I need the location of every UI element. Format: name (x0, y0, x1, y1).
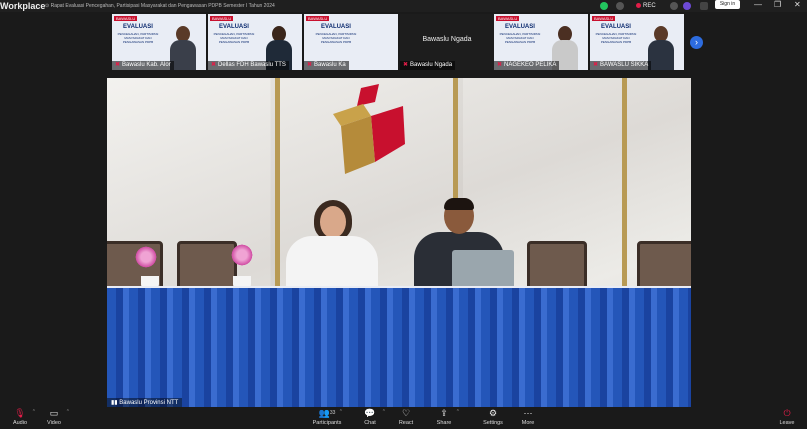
speaker-woman (282, 200, 382, 296)
close-window-button[interactable]: ✕ (794, 0, 801, 10)
view-icon[interactable] (700, 2, 708, 10)
chair (527, 241, 587, 291)
muted-mic-icon: ✖ (403, 62, 409, 68)
chair (637, 241, 691, 291)
settings-button[interactable]: ⚙ Settings (473, 407, 513, 429)
gear-icon: ⚙ (488, 408, 498, 418)
flower-decoration (231, 242, 253, 268)
banner-title: EVALUASI (219, 24, 249, 30)
banner-subtitle: PENCEGAHAN, PARTISIPASI MASYARAKAT DAN P… (595, 32, 637, 44)
participant-name: ✖ BAWASLU SIKKA (590, 61, 652, 70)
participant-name: ✖ NAGEKEO PELIKA (494, 61, 560, 70)
muted-mic-icon: ✖ (115, 62, 121, 68)
bawaslu-logo: BAWASLU (306, 16, 330, 21)
participant-tile[interactable]: BAWASLU EVALUASI PENCEGAHAN, PARTISIPASI… (208, 14, 302, 70)
heart-icon: ♡ (401, 408, 411, 418)
muted-mic-icon: ✖ (593, 62, 599, 68)
leave-button[interactable]: ⏻ Leave (767, 407, 807, 429)
participant-name-center: Bawaslu Ngada (422, 36, 472, 43)
muted-mic-icon: ✖ (307, 62, 313, 68)
network-icon[interactable] (670, 2, 678, 10)
meeting-title: ⊙ Rapat Evaluasi Pencegahan, Partisipasi… (45, 3, 275, 9)
banner-title: EVALUASI (505, 24, 535, 30)
participant-tile[interactable]: BAWASLU EVALUASI PENCEGAHAN, PARTISIPASI… (590, 14, 684, 70)
ai-companion-icon[interactable] (683, 2, 691, 10)
sign-in-button[interactable]: Sign in (715, 0, 740, 9)
banner-title: EVALUASI (321, 24, 351, 30)
restore-button[interactable]: ❐ (774, 0, 781, 10)
wall-pillar (275, 78, 280, 293)
security-shield-icon[interactable] (600, 2, 608, 10)
participant-avatar (170, 26, 196, 70)
chat-button[interactable]: 💬 Chat ⌃ (350, 407, 390, 429)
participant-tile[interactable]: BAWASLU EVALUASI PENCEGAHAN, PARTISIPASI… (494, 14, 588, 70)
muted-mic-icon: ✖ (497, 62, 503, 68)
video-button[interactable]: ▭ Video ⌃ (34, 407, 74, 429)
chevron-up-icon[interactable]: ⌃ (339, 409, 343, 415)
flower-decoration (135, 244, 157, 270)
bawaslu-logo: BAWASLU (114, 16, 138, 21)
participant-name: ✖ Bawaslu Kab. Alor (112, 61, 174, 70)
kpu-ballot-box-logo (333, 84, 405, 174)
participant-name: ✖ Dellas FDH Bawaslu TTS (208, 61, 289, 70)
participant-tile[interactable]: BAWASLU EVALUASI PENCEGAHAN, PARTISIPASI… (304, 14, 398, 70)
bawaslu-logo: BAWASLU (210, 16, 234, 21)
participant-tile[interactable]: Bawaslu Ngada ✖ Bawaslu Ngada (400, 14, 494, 70)
main-video[interactable]: ▮▮ Bawaslu Provinsi NTT (107, 78, 691, 408)
chevron-up-icon[interactable]: ⌃ (456, 409, 460, 415)
recording-indicator[interactable]: REC (636, 0, 656, 12)
laptop (452, 250, 514, 290)
more-dots-icon: ⋯ (523, 408, 533, 418)
minimize-button[interactable]: — (754, 0, 762, 10)
leave-door-icon: ⏻ (783, 408, 791, 418)
banner-subtitle: PENCEGAHAN, PARTISIPASI MASYARAKAT DAN P… (499, 32, 541, 44)
info-icon[interactable] (616, 2, 624, 10)
title-bar: Workplace ⊙ Rapat Evaluasi Pencegahan, P… (0, 0, 807, 12)
muted-mic-icon: ✖ (211, 62, 217, 68)
share-button[interactable]: ⇪ Share ⌃ (424, 407, 464, 429)
banner-subtitle: PENCEGAHAN, PARTISIPASI MASYARAKAT DAN P… (315, 32, 357, 44)
bawaslu-logo: BAWASLU (592, 16, 616, 21)
participant-avatar (648, 26, 674, 70)
banner-title: EVALUASI (601, 24, 631, 30)
chair (177, 241, 237, 291)
banner-subtitle: PENCEGAHAN, PARTISIPASI MASYARAKAT DAN P… (117, 32, 159, 44)
react-button[interactable]: ♡ React (386, 407, 426, 429)
participant-tile[interactable]: BAWASLU EVALUASI PENCEGAHAN, PARTISIPASI… (112, 14, 206, 70)
more-button[interactable]: ⋯ More (508, 407, 548, 429)
meeting-toolbar: 🎙 Audio ⌃ ▭ Video ⌃ 👥33 Participants ⌃ 💬… (0, 407, 807, 429)
participant-name: ✖ Bawaslu Ka (304, 61, 349, 70)
chevron-up-icon[interactable]: ⌃ (66, 409, 70, 415)
banner-title: EVALUASI (123, 24, 153, 30)
wall-pillar (622, 78, 627, 293)
participant-name: ✖ Bawaslu Ngada (400, 61, 456, 70)
banner-subtitle: PENCEGAHAN, PARTISIPASI MASYARAKAT DAN P… (213, 32, 255, 44)
bawaslu-logo: BAWASLU (496, 16, 520, 21)
chevron-right-icon[interactable]: › (690, 36, 703, 49)
app-name: Workplace (0, 1, 46, 11)
tablecloth (107, 288, 691, 408)
participants-button[interactable]: 👥33 Participants ⌃ (307, 407, 347, 429)
